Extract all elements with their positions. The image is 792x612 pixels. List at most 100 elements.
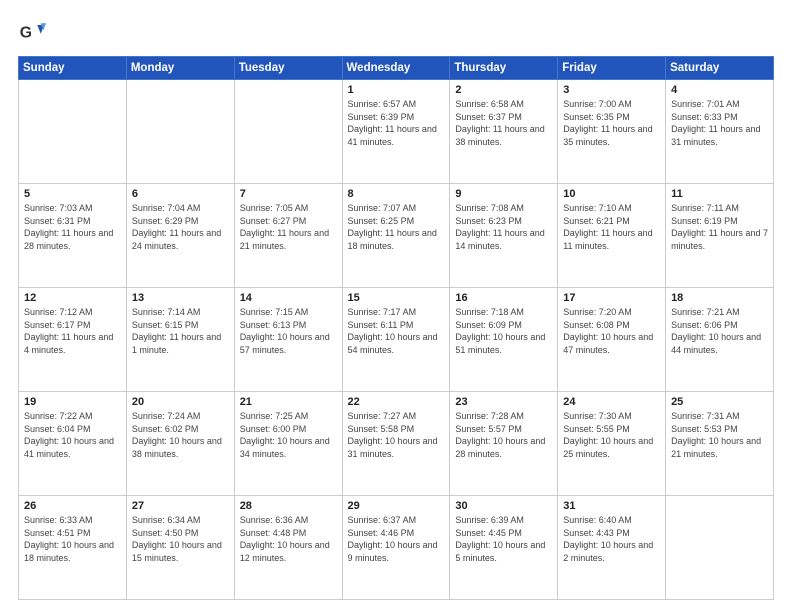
day-info: Sunrise: 6:34 AM Sunset: 4:50 PM Dayligh… <box>132 514 229 564</box>
day-number: 26 <box>24 500 121 512</box>
weekday-header-saturday: Saturday <box>666 57 774 80</box>
calendar-cell: 16 Sunrise: 7:18 AM Sunset: 6:09 PM Dayli… <box>450 288 558 392</box>
svg-text:G: G <box>20 24 32 41</box>
calendar-cell <box>19 80 127 184</box>
day-info: Sunrise: 7:22 AM Sunset: 6:04 PM Dayligh… <box>24 410 121 460</box>
week-row-4: 26 Sunrise: 6:33 AM Sunset: 4:51 PM Dayli… <box>19 496 774 600</box>
day-info: Sunrise: 6:39 AM Sunset: 4:45 PM Dayligh… <box>455 514 552 564</box>
day-number: 19 <box>24 396 121 408</box>
calendar-cell: 1 Sunrise: 6:57 AM Sunset: 6:39 PM Daylig… <box>342 80 450 184</box>
day-number: 17 <box>563 292 660 304</box>
calendar-cell: 22 Sunrise: 7:27 AM Sunset: 5:58 PM Dayli… <box>342 392 450 496</box>
day-info: Sunrise: 7:01 AM Sunset: 6:33 PM Dayligh… <box>671 98 768 148</box>
logo: G <box>18 18 50 46</box>
weekday-header-wednesday: Wednesday <box>342 57 450 80</box>
calendar-table: SundayMondayTuesdayWednesdayThursdayFrid… <box>18 56 774 600</box>
day-number: 6 <box>132 188 229 200</box>
calendar-cell: 8 Sunrise: 7:07 AM Sunset: 6:25 PM Daylig… <box>342 184 450 288</box>
day-number: 24 <box>563 396 660 408</box>
day-number: 8 <box>348 188 445 200</box>
calendar-cell <box>126 80 234 184</box>
calendar-cell: 10Sunrise: 7:10 AM Sunset: 6:21 PM Dayli… <box>558 184 666 288</box>
weekday-header-thursday: Thursday <box>450 57 558 80</box>
day-number: 1 <box>348 84 445 96</box>
day-number: 13 <box>132 292 229 304</box>
calendar-cell <box>666 496 774 600</box>
calendar-cell: 27 Sunrise: 6:34 AM Sunset: 4:50 PM Dayli… <box>126 496 234 600</box>
calendar-cell: 15 Sunrise: 7:17 AM Sunset: 6:11 PM Dayli… <box>342 288 450 392</box>
day-info: Sunrise: 7:27 AM Sunset: 5:58 PM Dayligh… <box>348 410 445 460</box>
day-number: 18 <box>671 292 768 304</box>
day-info: Sunrise: 6:36 AM Sunset: 4:48 PM Dayligh… <box>240 514 337 564</box>
calendar-cell: 21 Sunrise: 7:25 AM Sunset: 6:00 PM Dayli… <box>234 392 342 496</box>
day-info: Sunrise: 7:12 AM Sunset: 6:17 PM Dayligh… <box>24 306 121 356</box>
weekday-header-friday: Friday <box>558 57 666 80</box>
day-info: Sunrise: 7:11 AM Sunset: 6:19 PM Dayligh… <box>671 202 768 252</box>
calendar-cell: 11 Sunrise: 7:11 AM Sunset: 6:19 PM Dayli… <box>666 184 774 288</box>
calendar-cell: 30 Sunrise: 6:39 AM Sunset: 4:45 PM Dayli… <box>450 496 558 600</box>
calendar-cell: 7 Sunrise: 7:05 AM Sunset: 6:27 PM Daylig… <box>234 184 342 288</box>
calendar-cell: 28Sunrise: 6:36 AM Sunset: 4:48 PM Dayli… <box>234 496 342 600</box>
day-number: 9 <box>455 188 552 200</box>
week-row-1: 5 Sunrise: 7:03 AM Sunset: 6:31 PM Daylig… <box>19 184 774 288</box>
calendar-cell: 6Sunrise: 7:04 AM Sunset: 6:29 PM Daylig… <box>126 184 234 288</box>
calendar-cell: 17 Sunrise: 7:20 AM Sunset: 6:08 PM Dayli… <box>558 288 666 392</box>
day-info: Sunrise: 7:30 AM Sunset: 5:55 PM Dayligh… <box>563 410 660 460</box>
day-info: Sunrise: 7:25 AM Sunset: 6:00 PM Dayligh… <box>240 410 337 460</box>
day-number: 29 <box>348 500 445 512</box>
day-number: 21 <box>240 396 337 408</box>
day-info: Sunrise: 7:15 AM Sunset: 6:13 PM Dayligh… <box>240 306 337 356</box>
day-number: 27 <box>132 500 229 512</box>
weekday-header-sunday: Sunday <box>19 57 127 80</box>
week-row-2: 12 Sunrise: 7:12 AM Sunset: 6:17 PM Dayli… <box>19 288 774 392</box>
calendar-cell: 31 Sunrise: 6:40 AM Sunset: 4:43 PM Dayli… <box>558 496 666 600</box>
day-number: 12 <box>24 292 121 304</box>
day-info: Sunrise: 7:17 AM Sunset: 6:11 PM Dayligh… <box>348 306 445 356</box>
day-info: Sunrise: 7:03 AM Sunset: 6:31 PM Dayligh… <box>24 202 121 252</box>
calendar-cell: 5 Sunrise: 7:03 AM Sunset: 6:31 PM Daylig… <box>19 184 127 288</box>
calendar-cell: 20 Sunrise: 7:24 AM Sunset: 6:02 PM Dayli… <box>126 392 234 496</box>
day-info: Sunrise: 6:33 AM Sunset: 4:51 PM Dayligh… <box>24 514 121 564</box>
day-number: 22 <box>348 396 445 408</box>
day-info: Sunrise: 7:07 AM Sunset: 6:25 PM Dayligh… <box>348 202 445 252</box>
day-info: Sunrise: 7:20 AM Sunset: 6:08 PM Dayligh… <box>563 306 660 356</box>
day-number: 20 <box>132 396 229 408</box>
calendar-cell: 4 Sunrise: 7:01 AM Sunset: 6:33 PM Daylig… <box>666 80 774 184</box>
weekday-header-row: SundayMondayTuesdayWednesdayThursdayFrid… <box>19 57 774 80</box>
day-number: 23 <box>455 396 552 408</box>
day-number: 11 <box>671 188 768 200</box>
day-info: Sunrise: 6:57 AM Sunset: 6:39 PM Dayligh… <box>348 98 445 148</box>
calendar-cell: 29 Sunrise: 6:37 AM Sunset: 4:46 PM Dayli… <box>342 496 450 600</box>
day-number: 14 <box>240 292 337 304</box>
page-header: G <box>18 18 774 46</box>
day-info: Sunrise: 7:00 AM Sunset: 6:35 PM Dayligh… <box>563 98 660 148</box>
week-row-3: 19 Sunrise: 7:22 AM Sunset: 6:04 PM Dayli… <box>19 392 774 496</box>
day-number: 16 <box>455 292 552 304</box>
day-info: Sunrise: 6:40 AM Sunset: 4:43 PM Dayligh… <box>563 514 660 564</box>
day-info: Sunrise: 7:24 AM Sunset: 6:02 PM Dayligh… <box>132 410 229 460</box>
week-row-0: 1 Sunrise: 6:57 AM Sunset: 6:39 PM Daylig… <box>19 80 774 184</box>
calendar-cell: 14 Sunrise: 7:15 AM Sunset: 6:13 PM Dayli… <box>234 288 342 392</box>
calendar-cell: 9Sunrise: 7:08 AM Sunset: 6:23 PM Daylig… <box>450 184 558 288</box>
calendar-cell: 3Sunrise: 7:00 AM Sunset: 6:35 PM Daylig… <box>558 80 666 184</box>
day-number: 7 <box>240 188 337 200</box>
day-number: 30 <box>455 500 552 512</box>
day-info: Sunrise: 6:58 AM Sunset: 6:37 PM Dayligh… <box>455 98 552 148</box>
day-info: Sunrise: 7:14 AM Sunset: 6:15 PM Dayligh… <box>132 306 229 356</box>
calendar-cell: 18 Sunrise: 7:21 AM Sunset: 6:06 PM Dayli… <box>666 288 774 392</box>
day-number: 5 <box>24 188 121 200</box>
day-number: 4 <box>671 84 768 96</box>
day-number: 10 <box>563 188 660 200</box>
day-info: Sunrise: 6:37 AM Sunset: 4:46 PM Dayligh… <box>348 514 445 564</box>
calendar-cell: 19 Sunrise: 7:22 AM Sunset: 6:04 PM Dayli… <box>19 392 127 496</box>
weekday-header-tuesday: Tuesday <box>234 57 342 80</box>
day-number: 31 <box>563 500 660 512</box>
day-number: 25 <box>671 396 768 408</box>
weekday-header-monday: Monday <box>126 57 234 80</box>
logo-icon: G <box>18 18 46 46</box>
day-info: Sunrise: 7:05 AM Sunset: 6:27 PM Dayligh… <box>240 202 337 252</box>
day-info: Sunrise: 7:18 AM Sunset: 6:09 PM Dayligh… <box>455 306 552 356</box>
day-info: Sunrise: 7:21 AM Sunset: 6:06 PM Dayligh… <box>671 306 768 356</box>
calendar-cell <box>234 80 342 184</box>
day-number: 15 <box>348 292 445 304</box>
